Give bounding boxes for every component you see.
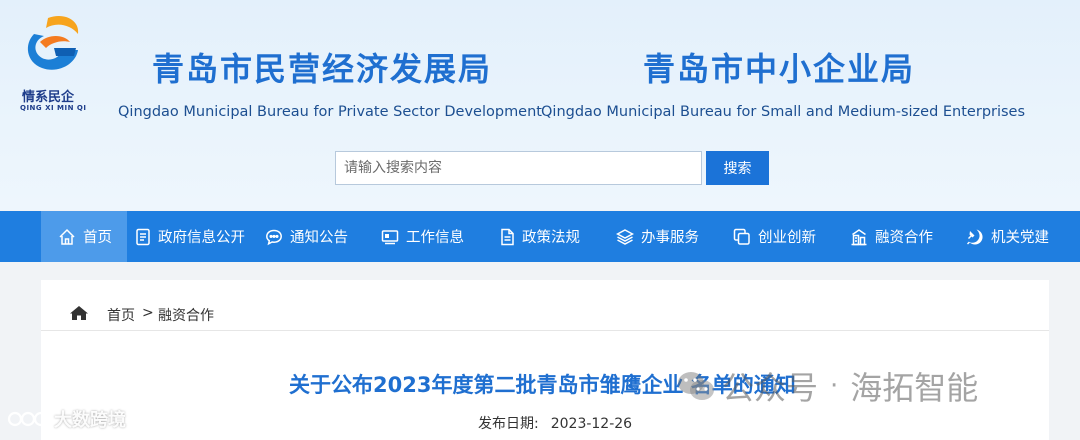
- nav-label: 机关党建: [991, 230, 1049, 246]
- breadcrumb-home-link[interactable]: 首页: [107, 305, 135, 325]
- watermark-account-text: 海拓智能: [850, 369, 979, 407]
- publish-date-value: 2023-12-26: [550, 416, 633, 432]
- document-icon: [136, 228, 150, 245]
- nav-item-home[interactable]: 首页: [41, 211, 127, 262]
- watermark-brand-text: 大数跨境: [54, 410, 126, 431]
- search-button[interactable]: 搜索: [706, 151, 769, 185]
- file-icon: [501, 228, 514, 245]
- bureau-private-sector: 青岛市民营经济发展局 Qingdao Municipal Bureau for …: [118, 44, 542, 120]
- wechat-watermark: 公众号 · 海拓智能: [676, 363, 978, 409]
- breadcrumb-current-link[interactable]: 融资合作: [158, 305, 214, 325]
- main-nav: 首页 政府信息公开 通知公告 工作信息 政策法规 办事服务 创业创新 融资合作 …: [0, 211, 1080, 262]
- nav-item-policies[interactable]: 政策法规: [499, 211, 580, 262]
- nav-label: 政策法规: [522, 230, 580, 246]
- watermark-dot: ·: [830, 371, 839, 401]
- chat-icon: [266, 229, 282, 245]
- publish-date-label: 发布日期:: [478, 416, 539, 432]
- building-icon: [851, 228, 867, 245]
- search-input[interactable]: [335, 151, 702, 185]
- content-panel: 首页 > 融资合作 关于公布2023年度第二批青岛市雏鹰企业 名单的通知 发布日…: [41, 280, 1049, 440]
- wechat-icon: [678, 372, 714, 400]
- layers-icon: [616, 228, 634, 245]
- party-emblem-icon: [967, 229, 983, 244]
- breadcrumb-separator: >: [142, 305, 154, 321]
- nav-item-notices[interactable]: 通知公告: [265, 211, 348, 262]
- nav-label: 创业创新: [758, 230, 816, 246]
- logo-emblem-icon: [27, 15, 79, 70]
- watermark-wechat-text: 公众号: [722, 369, 819, 407]
- site-logo[interactable]: 情系民企 QING XI MIN QI: [16, 12, 92, 112]
- bureau-name-en: Qingdao Municipal Bureau for Private Sec…: [118, 104, 542, 120]
- nav-item-financing[interactable]: 融资合作: [850, 211, 933, 262]
- bureau-sme: 青岛市中小企业局 Qingdao Municipal Bureau for Sm…: [541, 44, 1025, 120]
- logo-text-en: QING XI MIN QI: [20, 104, 87, 112]
- copy-icon: [733, 228, 750, 245]
- nav-item-gov-info[interactable]: 政府信息公开: [135, 211, 245, 262]
- bureau-name-en: Qingdao Municipal Bureau for Small and M…: [541, 104, 1026, 120]
- home-icon: [59, 228, 75, 245]
- nav-label: 政府信息公开: [158, 230, 245, 246]
- nav-item-party[interactable]: 机关党建: [966, 211, 1049, 262]
- nav-label: 首页: [83, 230, 112, 246]
- bureau-name-cn: 青岛市中小企业局: [643, 50, 916, 88]
- nav-item-work-info[interactable]: 工作信息: [381, 211, 464, 262]
- home-icon[interactable]: [69, 305, 89, 321]
- nav-label: 通知公告: [290, 230, 348, 246]
- breadcrumb: 首页 > 融资合作: [41, 280, 1049, 331]
- brand-watermark: 大数跨境: [6, 406, 126, 432]
- nav-label: 办事服务: [641, 230, 699, 246]
- nav-label: 融资合作: [875, 230, 933, 246]
- brand-logo-icon: [7, 411, 49, 427]
- site-header: 情系民企 QING XI MIN QI 青岛市民营经济发展局 Qingdao M…: [0, 0, 1080, 210]
- nav-item-innovation[interactable]: 创业创新: [733, 211, 816, 262]
- monitor-icon: [381, 229, 399, 244]
- nav-item-services[interactable]: 办事服务: [616, 211, 699, 262]
- logo-text-cn: 情系民企: [22, 90, 75, 105]
- bureau-name-cn: 青岛市民营经济发展局: [152, 50, 493, 88]
- nav-label: 工作信息: [406, 230, 464, 246]
- publish-date: 发布日期: 2023-12-26: [478, 413, 644, 433]
